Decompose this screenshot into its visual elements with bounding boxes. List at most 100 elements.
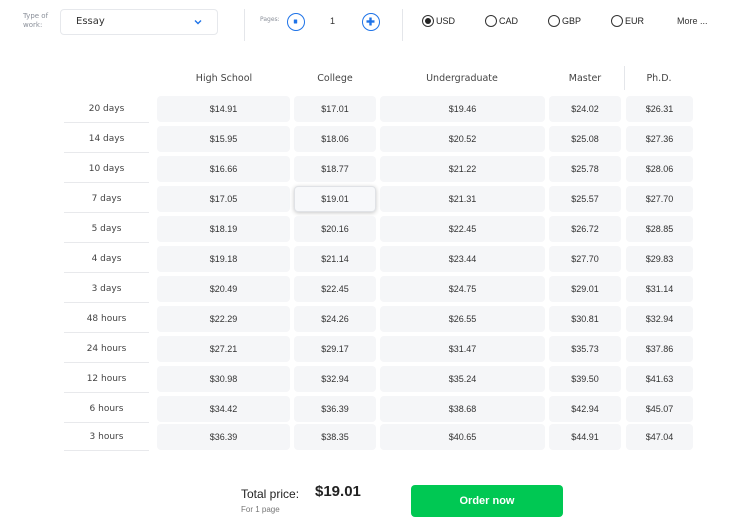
price-cell[interactable]: $21.14 [294, 246, 376, 272]
price-cell[interactable]: $27.70 [549, 246, 621, 272]
price-cell-selected[interactable]: $19.01 [294, 186, 376, 212]
price-cell[interactable]: $28.85 [626, 216, 693, 242]
increase-pages-button[interactable] [362, 13, 380, 31]
chevron-down-icon [194, 20, 202, 25]
price-cell[interactable]: $27.21 [157, 336, 290, 362]
total-price-label: Total price: [241, 487, 300, 501]
price-cell[interactable]: $36.39 [294, 396, 376, 422]
price-cell[interactable]: $24.02 [549, 96, 621, 122]
deadline-label: 12 hours [64, 365, 149, 393]
radio-unchecked-icon [485, 15, 497, 27]
price-cell[interactable]: $20.16 [294, 216, 376, 242]
deadline-label: 7 days [64, 185, 149, 213]
price-cell[interactable]: $38.35 [294, 424, 376, 450]
total-price-value: $19.01 [315, 483, 361, 500]
currency-gbp-radio[interactable]: GBP [548, 14, 581, 28]
price-cell[interactable]: $16.66 [157, 156, 290, 182]
price-cell[interactable]: $27.36 [626, 126, 693, 152]
deadline-label: 4 days [64, 245, 149, 273]
price-cell[interactable]: $22.45 [294, 276, 376, 302]
price-cell[interactable]: $32.94 [626, 306, 693, 332]
price-cell[interactable]: $44.91 [549, 424, 621, 450]
price-cell[interactable]: $26.72 [549, 216, 621, 242]
currency-label: EUR [625, 16, 645, 26]
price-cell[interactable]: $37.86 [626, 336, 693, 362]
column-header: Undergraduate [426, 73, 498, 84]
divider [244, 9, 245, 41]
price-cell[interactable]: $40.65 [380, 424, 545, 450]
price-cell[interactable]: $15.95 [157, 126, 290, 152]
price-cell[interactable]: $23.44 [380, 246, 545, 272]
more-currencies-link[interactable]: More ... [677, 16, 708, 26]
deadline-label: 20 days [64, 95, 149, 123]
pages-note: For 1 page [241, 505, 280, 514]
price-cell[interactable]: $20.52 [380, 126, 545, 152]
price-cell[interactable]: $14.91 [157, 96, 290, 122]
radio-unchecked-icon [548, 15, 560, 27]
price-cell[interactable]: $19.18 [157, 246, 290, 272]
price-cell[interactable]: $27.70 [626, 186, 693, 212]
minus-icon [293, 19, 298, 24]
deadline-label: 3 days [64, 275, 149, 303]
deadline-label: 24 hours [64, 335, 149, 363]
price-cell[interactable]: $25.78 [549, 156, 621, 182]
price-cell[interactable]: $21.31 [380, 186, 545, 212]
price-cell[interactable]: $30.81 [549, 306, 621, 332]
price-cell[interactable]: $31.47 [380, 336, 545, 362]
price-cell[interactable]: $25.08 [549, 126, 621, 152]
price-cell[interactable]: $19.46 [380, 96, 545, 122]
deadline-label: 6 hours [64, 395, 149, 423]
deadline-label: 5 days [64, 215, 149, 243]
currency-label: CAD [499, 16, 519, 26]
price-cell[interactable]: $29.83 [626, 246, 693, 272]
header-divider [624, 66, 625, 90]
column-header: College [317, 73, 353, 84]
currency-eur-radio[interactable]: EUR [611, 14, 644, 28]
price-cell[interactable]: $31.14 [626, 276, 693, 302]
price-cell[interactable]: $45.07 [626, 396, 693, 422]
price-cell[interactable]: $41.63 [626, 366, 693, 392]
price-cell[interactable]: $25.57 [549, 186, 621, 212]
order-now-button[interactable]: Order now [411, 485, 563, 517]
price-cell[interactable]: $32.94 [294, 366, 376, 392]
currency-label: GBP [562, 16, 582, 26]
price-cell[interactable]: $26.55 [380, 306, 545, 332]
price-cell[interactable]: $29.17 [294, 336, 376, 362]
price-cell[interactable]: $29.01 [549, 276, 621, 302]
price-cell[interactable]: $18.06 [294, 126, 376, 152]
price-cell[interactable]: $35.73 [549, 336, 621, 362]
decrease-pages-button[interactable] [287, 13, 305, 31]
price-cell[interactable]: $20.49 [157, 276, 290, 302]
price-cell[interactable]: $30.98 [157, 366, 290, 392]
currency-usd-radio[interactable]: USD [422, 14, 455, 28]
deadline-label: 14 days [64, 125, 149, 153]
price-cell[interactable]: $26.31 [626, 96, 693, 122]
price-cell[interactable]: $47.04 [626, 424, 693, 450]
price-cell[interactable]: $18.19 [157, 216, 290, 242]
radio-checked-icon [422, 15, 434, 27]
type-of-work-label: Type of work: [23, 12, 49, 29]
price-cell[interactable]: $42.94 [549, 396, 621, 422]
order-controls: Type of work: Essay Pages: 1 USD CAD GBP… [0, 0, 730, 48]
price-cell[interactable]: $18.77 [294, 156, 376, 182]
type-of-work-value: Essay [76, 16, 105, 27]
price-cell[interactable]: $17.05 [157, 186, 290, 212]
price-cell[interactable]: $21.22 [380, 156, 545, 182]
price-cell[interactable]: $38.68 [380, 396, 545, 422]
price-cell[interactable]: $36.39 [157, 424, 290, 450]
price-cell[interactable]: $22.45 [380, 216, 545, 242]
pages-value[interactable]: 1 [330, 16, 335, 26]
currency-label: USD [436, 16, 456, 26]
price-cell[interactable]: $24.26 [294, 306, 376, 332]
price-cell[interactable]: $39.50 [549, 366, 621, 392]
price-cell[interactable]: $17.01 [294, 96, 376, 122]
price-cell[interactable]: $22.29 [157, 306, 290, 332]
plus-icon [366, 17, 375, 26]
deadline-label: 10 days [64, 155, 149, 183]
price-cell[interactable]: $28.06 [626, 156, 693, 182]
type-of-work-select[interactable]: Essay [60, 9, 218, 35]
price-cell[interactable]: $35.24 [380, 366, 545, 392]
currency-cad-radio[interactable]: CAD [485, 14, 518, 28]
price-cell[interactable]: $34.42 [157, 396, 290, 422]
price-cell[interactable]: $24.75 [380, 276, 545, 302]
